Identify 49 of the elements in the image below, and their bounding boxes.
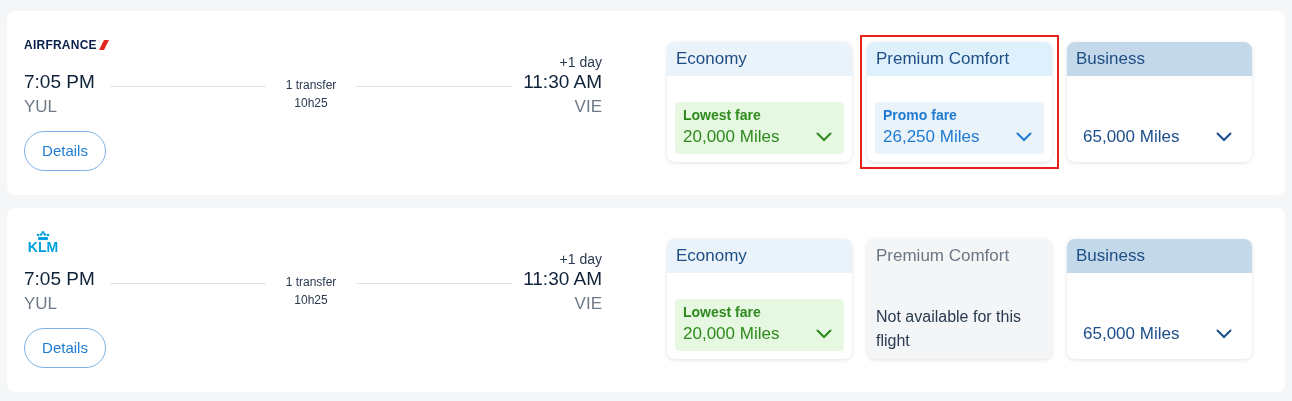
- cabin-card[interactable]: Business 65,000 Miles: [1067, 42, 1252, 162]
- fare-tag: Promo fare: [883, 106, 1036, 124]
- cabin-card[interactable]: Economy Lowest fare 20,000 Miles: [667, 239, 852, 359]
- chevron-down-icon: [1216, 329, 1232, 339]
- fare-tag: Lowest fare: [683, 303, 836, 321]
- arrival-time: 11:30 AM: [523, 70, 602, 94]
- arrival-time: 11:30 AM: [523, 267, 602, 291]
- fare-option[interactable]: Promo fare 26,250 Miles: [875, 102, 1044, 154]
- cabin-name: Premium Comfort: [876, 245, 1010, 268]
- fare-price: 26,250 Miles: [883, 126, 980, 148]
- fare-tag: Lowest fare: [683, 106, 836, 124]
- cabin-name: Economy: [676, 48, 747, 71]
- cabin-name: Economy: [676, 245, 747, 268]
- fare-price: 20,000 Miles: [683, 126, 780, 148]
- departure-time: 7:05 PM: [24, 267, 96, 291]
- departure-airport: YUL: [24, 96, 59, 118]
- cabin-card[interactable]: Business 65,000 Miles: [1067, 239, 1252, 359]
- details-button[interactable]: Details: [24, 131, 106, 171]
- flight-duration: 10h25: [294, 292, 328, 309]
- airline-logo-text: KLM: [27, 239, 59, 254]
- arrival-airport: VIE: [574, 96, 602, 118]
- chevron-down-icon: [1216, 132, 1232, 142]
- day-offset: +1 day: [559, 54, 602, 70]
- departure-airport: YUL: [24, 293, 59, 315]
- cabin-card[interactable]: Premium Comfort Promo fare 26,250 Miles: [867, 42, 1052, 162]
- transfer-count: 1 transfer: [285, 274, 337, 291]
- crown-icon: [35, 230, 51, 240]
- cabin-name: Business: [1076, 245, 1145, 268]
- slash-mark-icon: [98, 40, 109, 50]
- chevron-down-icon: [1016, 132, 1032, 142]
- day-offset: +1 day: [559, 251, 602, 267]
- cabin-card[interactable]: Economy Lowest fare 20,000 Miles: [667, 42, 852, 162]
- fare-price: 65,000 Miles: [1083, 323, 1180, 345]
- chevron-down-icon: [816, 132, 832, 142]
- fare-price: 65,000 Miles: [1083, 126, 1180, 148]
- transfer-count: 1 transfer: [285, 77, 337, 94]
- details-button[interactable]: Details: [24, 328, 106, 368]
- cabin-name: Business: [1076, 48, 1145, 71]
- unavailable-message: Not available for this flight: [876, 307, 1022, 351]
- cabin-card[interactable]: Premium Comfort Not available for this flight: [867, 239, 1052, 359]
- cabin-name: Premium Comfort: [876, 48, 1010, 71]
- arrival-airport: VIE: [574, 293, 602, 315]
- fare-option[interactable]: Lowest fare 20,000 Miles: [675, 299, 844, 351]
- airline-logo-text: AIRFRANCE: [24, 39, 97, 51]
- fare-price: 20,000 Miles: [683, 323, 780, 345]
- chevron-down-icon: [816, 329, 832, 339]
- flight-duration: 10h25: [294, 95, 328, 112]
- departure-time: 7:05 PM: [24, 70, 96, 94]
- fare-option[interactable]: Lowest fare 20,000 Miles: [675, 102, 844, 154]
